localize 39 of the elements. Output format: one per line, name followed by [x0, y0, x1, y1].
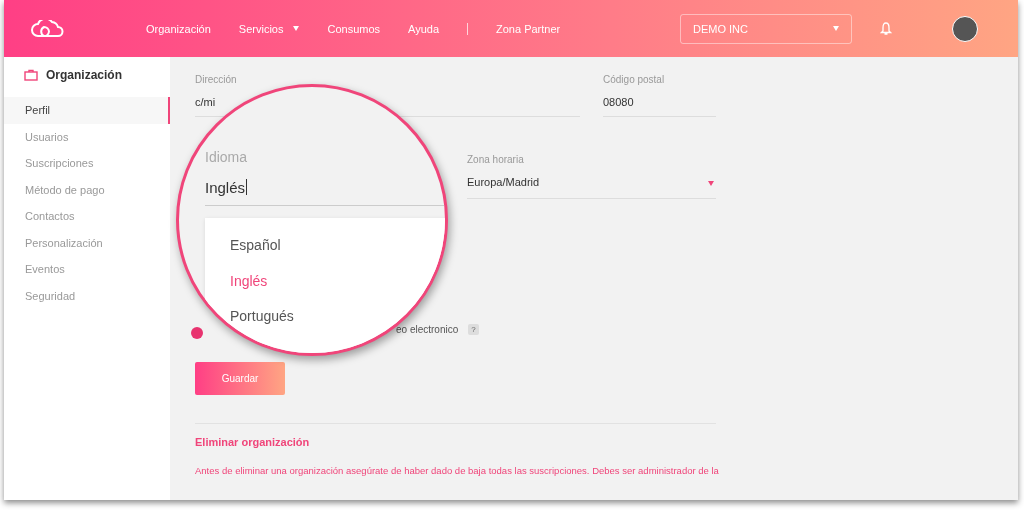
field-label: Idioma [205, 149, 249, 167]
sidebar-item[interactable]: Suscripciones [4, 150, 170, 177]
field-label: Código postal [603, 74, 666, 87]
language-field[interactable]: Inglés [205, 179, 445, 206]
checkbox[interactable] [191, 327, 203, 339]
nav-link[interactable]: Servicios [238, 22, 300, 35]
caret-icon[interactable] [293, 26, 300, 31]
sidebar-item[interactable]: Eventos [4, 256, 170, 283]
avatar-placeholder[interactable] [952, 15, 978, 42]
caret-icon[interactable] [833, 26, 839, 31]
timezone-select[interactable]: Europa/Madrid [467, 168, 716, 199]
field-value[interactable]: c/mi [195, 96, 216, 108]
nav-link[interactable]: Consumos [327, 22, 381, 35]
field-value: 08080 [603, 96, 634, 108]
sidebar-item[interactable]: Contactos [4, 203, 170, 230]
field-label: Dirección [195, 74, 238, 87]
sidebar-title: Organización [46, 68, 122, 82]
sidebar-item[interactable]: Método de pago [4, 176, 170, 203]
dropdown-option[interactable]: Español [230, 232, 281, 268]
sidebar-item[interactable]: Perfil [4, 97, 170, 124]
help-badge[interactable]: ? [468, 323, 479, 335]
nav-link[interactable]: Ayuda [408, 22, 440, 35]
field-label: Zona horaria [467, 154, 525, 167]
caret-icon [708, 181, 714, 186]
save-button[interactable]: Guardar [195, 362, 285, 395]
dropdown-option[interactable]: Portugués [230, 303, 294, 339]
dropdown-option[interactable]: Inglés [230, 267, 268, 303]
account-dropdown[interactable]: DEMO INC [680, 13, 852, 44]
sidebar-item[interactable]: Seguridad [4, 282, 170, 309]
briefcase-icon [24, 69, 38, 81]
postal-code-field[interactable]: 08080 [603, 88, 716, 117]
cloud-logo-icon[interactable] [30, 19, 66, 38]
sidebar-item[interactable]: Usuarios [4, 123, 170, 150]
section-title: Eliminar organización [195, 436, 311, 448]
checkbox-label: eo electronico [396, 323, 459, 335]
bell-icon[interactable] [880, 21, 892, 36]
nav-link[interactable]: Organización [146, 22, 211, 35]
sidebar-item[interactable]: Personalización [4, 229, 170, 256]
nav-link[interactable]: Zona Partner [467, 22, 561, 35]
